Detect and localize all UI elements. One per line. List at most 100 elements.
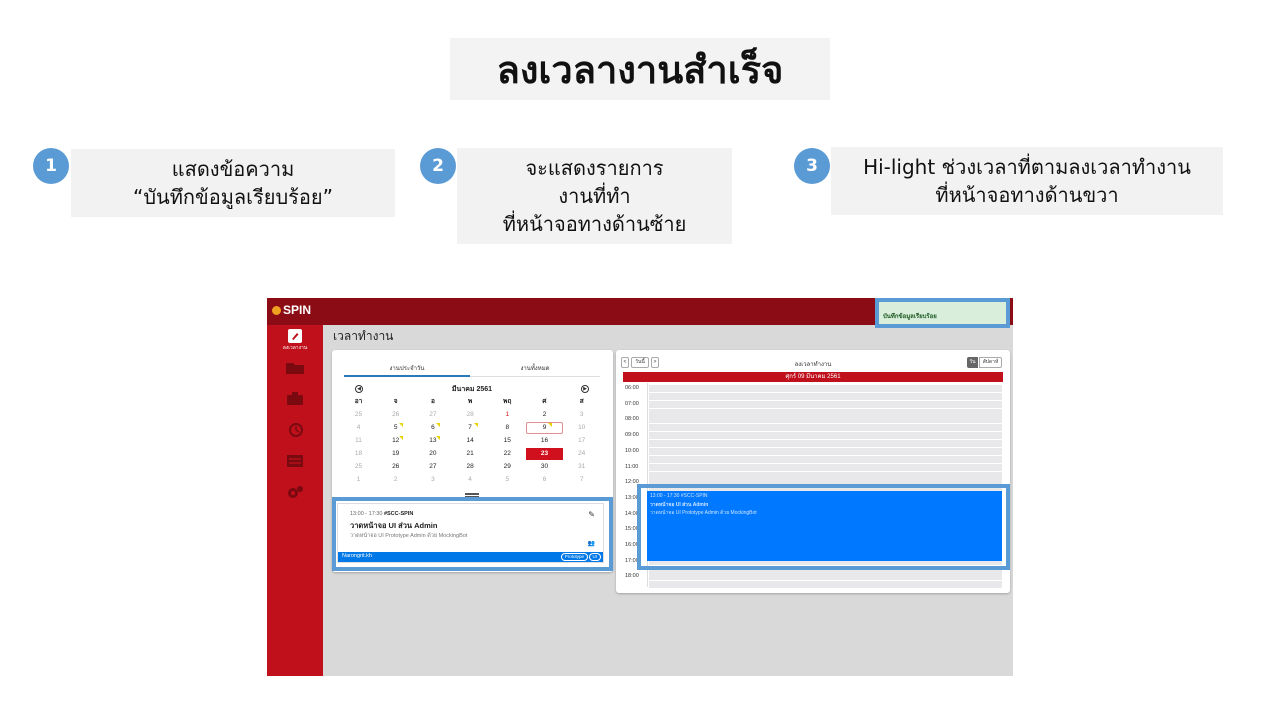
calendar-day[interactable]: 25 [340,409,377,421]
calendar-day[interactable]: 17 [563,435,600,447]
time-slot[interactable] [649,408,1002,416]
calendar-day[interactable]: 5 [489,474,526,486]
calendar-day[interactable]: 7 [563,474,600,486]
calendar-day[interactable]: 13 [414,435,451,447]
highlight-time-range [637,484,1010,570]
calendar-day[interactable]: 4 [340,422,377,434]
next-day-button[interactable]: > [651,357,659,368]
calendar-weekday: ศ [542,398,547,405]
calendar-day[interactable]: 7 [452,422,489,434]
calendar-day[interactable]: 14 [452,435,489,447]
calendar-next-icon[interactable]: ▶ [581,385,589,393]
time-label: 09:00 [625,432,639,439]
calendar-day[interactable]: 31 [563,461,600,473]
settings-icon[interactable] [285,485,305,499]
calendar-day[interactable]: 10 [563,422,600,434]
time-slot[interactable] [649,581,1002,589]
step-2-badge: 2 [420,148,456,184]
tab-divider [470,376,600,377]
calendar-day[interactable]: 6 [414,422,451,434]
calendar-day[interactable]: 8 [489,422,526,434]
list-icon[interactable] [285,454,305,468]
calendar-day[interactable]: 27 [414,409,451,421]
day-marker [548,423,552,427]
calendar-day[interactable]: 15 [489,435,526,447]
time-label: 08:00 [625,416,639,423]
calendar-day[interactable]: 19 [377,448,414,460]
tab-daily-tasks[interactable]: งานประจำวัน [344,363,470,373]
step-1-badge: 1 [33,148,69,184]
calendar-day[interactable]: 27 [414,461,451,473]
calendar-day[interactable]: 1 [340,474,377,486]
sidebar: ลงเวลางาน [267,325,323,676]
calendar-day[interactable]: 20 [414,448,451,460]
pencil-icon[interactable] [285,329,305,345]
calendar-day[interactable]: 5 [377,422,414,434]
time-slot[interactable] [649,471,1002,479]
view-week-button[interactable]: สัปดาห์ [979,357,1002,368]
slide: ลงเวลางานสำเร็จ 1 แสดงข้อความ “บันทึกข้อ… [0,0,1280,720]
time-slot[interactable] [649,463,1002,471]
time-slot[interactable] [649,447,1002,455]
app-screenshot: SPIN ลงเวลางาน เวลาทำงาน งานประจำวัน งาน… [267,298,1013,676]
briefcase-icon[interactable] [285,392,305,406]
calendar-day[interactable]: 2 [377,474,414,486]
calendar-day[interactable]: 29 [489,461,526,473]
toast-message: บันทึกข้อมูลเรียบร้อย [883,314,937,320]
day-marker [399,423,404,427]
calendar-day[interactable]: 22 [489,448,526,460]
calendar-day[interactable]: 11 [340,435,377,447]
calendar-day[interactable]: 2 [526,409,563,421]
time-slot[interactable] [649,440,1002,448]
folder-icon[interactable] [285,361,305,375]
time-slot[interactable] [649,416,1002,424]
day-marker [436,436,441,440]
calendar-day[interactable]: 26 [377,461,414,473]
calendar-day[interactable]: 3 [414,474,451,486]
time-slot[interactable] [649,432,1002,440]
calendar-day[interactable]: 18 [340,448,377,460]
step-3-badge: 3 [794,148,830,184]
tab-all-tasks[interactable]: งานทั้งหมด [472,363,598,373]
calendar-day[interactable]: 9 [526,422,563,434]
calendar-day[interactable]: 12 [377,435,414,447]
calendar-day[interactable]: 28 [452,409,489,421]
today-button[interactable]: วันนี้ [631,357,649,368]
time-label: 18:00 [625,573,639,580]
time-slot[interactable] [649,573,1002,581]
calendar-day[interactable]: 1 [489,409,526,421]
history-icon[interactable] [285,423,305,437]
step-2-line-2: งานที่ทำ [558,184,631,208]
day-marker [436,423,441,427]
calendar-day[interactable]: 23 [526,448,563,460]
view-day-button[interactable]: วัน [967,357,978,368]
day-marker [399,436,404,440]
calendar-weekday: จ [393,398,398,405]
calendar-day[interactable]: 6 [526,474,563,486]
day-marker [473,423,478,427]
success-toast: บันทึกข้อมูลเรียบร้อย [875,298,1010,328]
time-label: 07:00 [625,400,639,407]
time-slot[interactable] [649,424,1002,432]
app-logo[interactable]: SPIN [272,303,311,317]
step-2-line-1: จะแสดงรายการ [525,156,664,180]
step-2-line-3: ที่หน้าจอทางด้านซ้าย [502,212,687,236]
calendar-day[interactable]: 25 [340,461,377,473]
step-1-line-1: แสดงข้อความ [171,157,295,181]
time-slot[interactable] [649,393,1002,400]
prev-day-button[interactable]: < [621,357,629,368]
calendar-day[interactable]: 30 [526,461,563,473]
calendar-prev-icon[interactable]: ◀ [355,385,363,393]
calendar-day[interactable]: 4 [452,474,489,486]
calendar-day[interactable]: 24 [563,448,600,460]
active-tab-indicator [344,375,470,377]
time-slot[interactable] [649,400,1002,408]
calendar-day[interactable]: 28 [452,461,489,473]
calendar-day[interactable]: 26 [377,409,414,421]
time-slot[interactable] [649,455,1002,463]
time-label: 11:00 [625,463,639,470]
calendar-day[interactable]: 3 [563,409,600,421]
time-slot[interactable] [649,385,1002,392]
calendar-day[interactable]: 21 [452,448,489,460]
calendar-day[interactable]: 16 [526,435,563,447]
